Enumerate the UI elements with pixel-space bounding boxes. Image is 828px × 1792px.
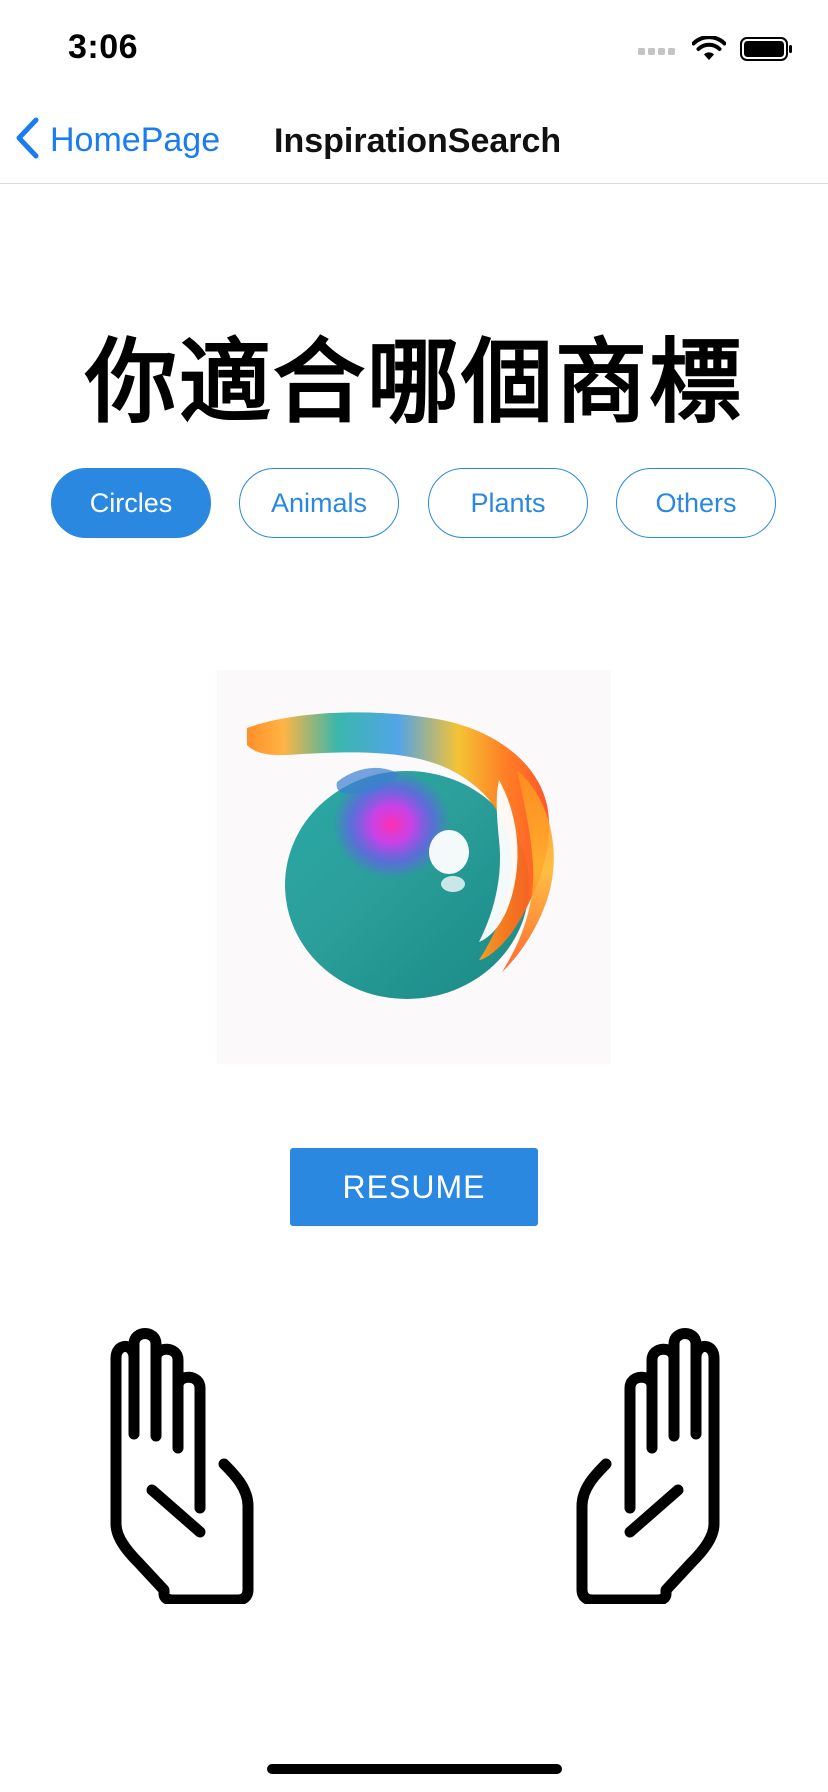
category-segmented-control: Circles Animals Plants Others [51,468,777,540]
category-pill-plants[interactable]: Plants [428,468,588,538]
gradient-swirl-logo-icon [217,712,611,1068]
category-pill-circles[interactable]: Circles [51,468,211,538]
status-time: 3:06 [68,28,139,66]
status-bar: 3:06 [0,0,828,96]
right-hand-icon [566,1328,726,1608]
right-hand-button[interactable] [566,1328,726,1606]
back-button[interactable]: HomePage [14,112,220,168]
back-button-label: HomePage [50,120,221,159]
chevron-left-icon [14,117,40,164]
category-pill-others[interactable]: Others [616,468,776,538]
page-headline: 你適合哪個商標 [84,329,743,436]
battery-icon [740,36,794,67]
navigation-bar: HomePage InspirationSearch [0,96,828,184]
logo-image [217,670,611,1064]
resume-button[interactable]: RESUME [290,1148,538,1226]
left-hand-icon [104,1328,264,1608]
nav-title: InspirationSearch [274,122,562,160]
category-pill-animals[interactable]: Animals [239,468,399,538]
inspiration-search-screen: 3:06 HomePage InspirationSearch 你適合哪個商標 … [0,0,828,1792]
signal-dots-icon [638,43,678,61]
wifi-icon [691,35,727,67]
left-hand-button[interactable] [104,1328,264,1606]
status-icons [638,35,794,67]
home-indicator[interactable] [267,1764,562,1774]
